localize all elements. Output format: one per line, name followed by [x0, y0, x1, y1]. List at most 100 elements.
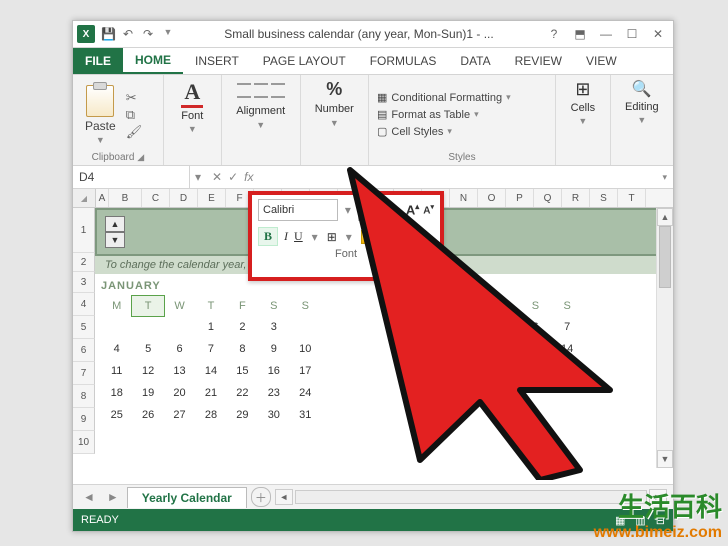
column-header-A[interactable]: A — [96, 189, 109, 207]
borders-icon[interactable]: ⊞ — [327, 230, 337, 244]
maximize-button[interactable]: ☐ — [621, 24, 643, 44]
row-header-10[interactable]: 10 — [73, 431, 95, 454]
editing-dropdown-icon[interactable]: ▼ — [637, 115, 646, 125]
number-dropdown-icon[interactable]: ▼ — [330, 118, 339, 128]
column-header-S[interactable]: S — [590, 189, 618, 207]
font-color-button[interactable]: A — [401, 228, 414, 246]
row-header-2[interactable]: 2 — [73, 253, 95, 272]
minimize-button[interactable]: — — [595, 24, 617, 44]
paste-dropdown-icon[interactable]: ▼ — [96, 135, 105, 145]
italic-button[interactable]: I — [284, 229, 288, 244]
save-icon[interactable]: 💾 — [101, 27, 115, 41]
cut-icon[interactable]: ✂ — [126, 91, 143, 104]
new-sheet-button[interactable]: ＋ — [251, 487, 271, 507]
format-painter-icon[interactable]: 🖌 — [126, 125, 143, 138]
font-size-input[interactable]: 8 — [358, 199, 386, 221]
alignment-dropdown-icon[interactable]: ▼ — [256, 120, 265, 130]
column-header-O[interactable]: O — [478, 189, 506, 207]
decrease-font-icon[interactable]: A▾ — [423, 203, 434, 216]
column-header-Q[interactable]: Q — [534, 189, 562, 207]
row-header-9[interactable]: 9 — [73, 408, 95, 431]
styles-group-label: Styles — [377, 150, 547, 163]
hscroll-left-icon[interactable]: ◄ — [275, 489, 293, 505]
scroll-up-icon[interactable]: ▲ — [657, 208, 673, 226]
tab-home[interactable]: HOME — [123, 48, 183, 74]
sheet-nav-next-icon[interactable]: ► — [103, 490, 123, 504]
cancel-formula-icon[interactable]: ✕ — [212, 170, 222, 184]
tab-page-layout[interactable]: PAGE LAYOUT — [251, 48, 358, 74]
row-header-4[interactable]: 4 — [73, 293, 95, 316]
column-header-E[interactable]: E — [198, 189, 226, 207]
font-name-input[interactable]: Calibri — [258, 199, 338, 221]
row-header-7[interactable]: 7 — [73, 362, 95, 385]
increase-font-icon[interactable]: A▴ — [406, 202, 419, 217]
qat-dropdown-icon[interactable]: ▼ — [161, 27, 175, 41]
tab-file[interactable]: FILE — [73, 48, 123, 74]
paste-button[interactable]: Paste ▼ — [81, 83, 120, 147]
calendar-month2: TWTFSS2345679101112131421 — [393, 296, 583, 382]
sheet-tab-yearly-calendar[interactable]: Yearly Calendar — [127, 487, 247, 508]
excel-icon: X — [77, 25, 95, 43]
tab-data[interactable]: DATA — [448, 48, 502, 74]
cells-icon[interactable]: ⊞ — [575, 79, 590, 100]
column-header-T[interactable]: T — [618, 189, 646, 207]
borders-dropdown-icon[interactable]: ▾ — [343, 230, 355, 244]
font-color-dropdown-icon[interactable]: ▾ — [419, 230, 431, 244]
row-header-1[interactable]: 1 — [73, 208, 95, 253]
fill-dropdown-icon[interactable]: ▾ — [383, 230, 395, 244]
column-header-N[interactable]: N — [450, 189, 478, 207]
font-dropdown-icon[interactable]: ▼ — [188, 124, 197, 134]
font-size-dropdown-icon[interactable]: ▾ — [390, 203, 402, 217]
font-name-dropdown-icon[interactable]: ▾ — [342, 203, 354, 217]
calendar-month1: MTWTFSS123456789101112131415161718192021… — [101, 296, 321, 426]
row-header-8[interactable]: 8 — [73, 385, 95, 408]
year-spinner[interactable]: ▲ ▼ — [105, 216, 125, 248]
editing-icon[interactable]: 🔍 — [632, 79, 652, 99]
enter-formula-icon[interactable]: ✓ — [228, 170, 238, 184]
fill-color-icon[interactable] — [361, 230, 377, 244]
tab-formulas[interactable]: FORMULAS — [358, 48, 449, 74]
status-ready: READY — [81, 514, 119, 526]
undo-icon[interactable]: ↶ — [121, 27, 135, 41]
close-button[interactable]: ✕ — [647, 24, 669, 44]
help-icon[interactable]: ? — [543, 24, 565, 44]
spinner-up-icon[interactable]: ▲ — [105, 216, 125, 232]
vertical-scrollbar[interactable]: ▲ ▼ — [656, 208, 673, 468]
name-box[interactable]: D4 — [73, 166, 190, 188]
format-as-table-button[interactable]: ▤ Format as Table ▾ — [377, 108, 511, 121]
scroll-thumb[interactable] — [659, 226, 671, 288]
ribbon-options-icon[interactable]: ⬒ — [569, 24, 591, 44]
alignment-label: Alignment — [236, 105, 285, 117]
cells-dropdown-icon[interactable]: ▼ — [578, 116, 587, 126]
scroll-down-icon[interactable]: ▼ — [657, 450, 673, 468]
cell-styles-button[interactable]: ▢ Cell Styles ▾ — [377, 125, 511, 138]
column-header-R[interactable]: R — [562, 189, 590, 207]
row-header-6[interactable]: 6 — [73, 339, 95, 362]
conditional-formatting-button[interactable]: ▦ Conditional Formatting ▾ — [377, 91, 511, 104]
row-header-3[interactable]: 3 — [73, 272, 95, 293]
redo-icon[interactable]: ↷ — [141, 27, 155, 41]
copy-icon[interactable]: ⧉ — [126, 108, 143, 121]
name-box-dropdown-icon[interactable]: ▾ — [190, 170, 206, 184]
column-header-D[interactable]: D — [170, 189, 198, 207]
font-mini-toolbar: Calibri ▾ 8 ▾ A▴ A▾ B I U▾ ⊞▾ ▾ A▾ Font — [248, 191, 444, 281]
select-all-button[interactable]: ◢ — [73, 189, 96, 207]
underline-dropdown-icon[interactable]: ▾ — [309, 230, 321, 244]
fx-icon[interactable]: fx — [244, 170, 253, 184]
bold-button[interactable]: B — [258, 227, 278, 246]
tab-insert[interactable]: INSERT — [183, 48, 251, 74]
row-header-5[interactable]: 5 — [73, 316, 95, 339]
clipboard-icon — [86, 85, 114, 117]
sheet-nav-prev-icon[interactable]: ◄ — [79, 490, 99, 504]
tab-review[interactable]: REVIEW — [503, 48, 574, 74]
column-header-P[interactable]: P — [506, 189, 534, 207]
font-color-icon[interactable]: A — [181, 79, 203, 108]
alignment-icon[interactable] — [237, 79, 285, 102]
column-header-B[interactable]: B — [109, 189, 142, 207]
spinner-down-icon[interactable]: ▼ — [105, 232, 125, 248]
tab-view[interactable]: VIEW — [574, 48, 629, 74]
column-header-C[interactable]: C — [142, 189, 170, 207]
percent-icon[interactable]: % — [326, 79, 342, 100]
formula-expand-icon[interactable]: ▾ — [662, 172, 673, 183]
underline-button[interactable]: U — [294, 229, 303, 244]
